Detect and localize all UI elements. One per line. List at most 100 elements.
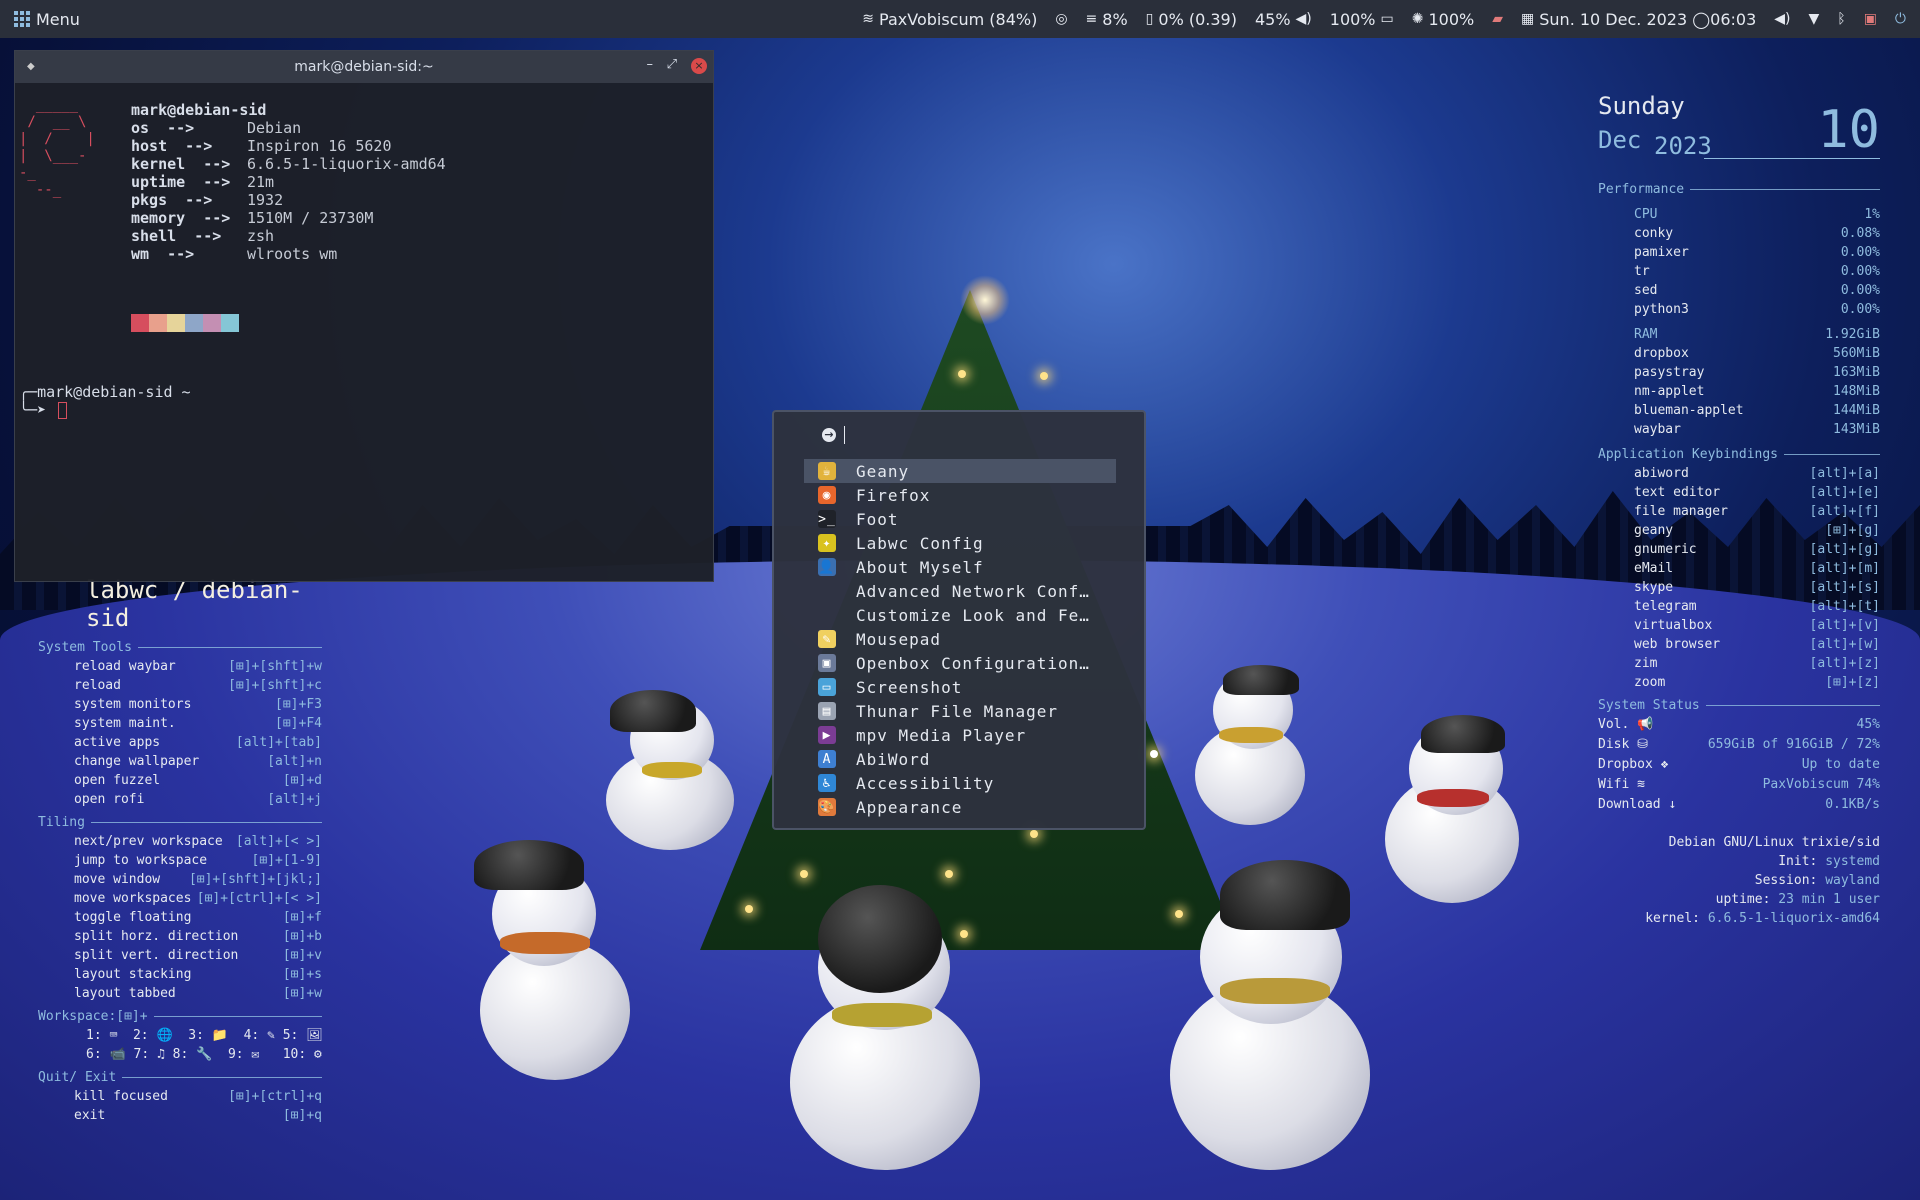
conky-row-name: abiword [1634,466,1689,481]
terminal-content[interactable]: _____ / __ \ | / | | \___- -_ --_ mark@d… [15,83,713,419]
keybinding-label: kill focused [74,1089,168,1104]
launcher-item[interactable]: ♿ Accessibility [804,771,1116,795]
conky-row: waybar 143MiB [1598,420,1880,439]
launcher-item[interactable]: ✦ Labwc Config [804,531,1116,555]
terminal-window[interactable]: ◆ mark@debian-sid:~ – ⤢ × _____ / __ \ |… [14,50,714,582]
conky-row: python3 0.00% [1598,300,1880,319]
launcher-item[interactable]: ▭ Screenshot [804,675,1116,699]
keybinding-row: move workspaces [⊞]+[ctrl]+[< >] [38,889,322,908]
launcher-item[interactable]: ☕ Geany [804,459,1116,483]
power-button[interactable]: ⏻ [1886,11,1920,27]
conky-row: tr 0.00% [1598,262,1880,281]
terminal-icon: >_ [818,510,836,528]
conky-row-name: python3 [1634,302,1689,317]
conky-row-value: 163MiB [1833,365,1880,380]
keybinding-keys: [⊞]+f [282,910,322,925]
conky-row-value: 0.00% [1840,245,1880,260]
fetch-key: host --> [131,137,213,155]
menu-button[interactable]: Menu [0,0,94,38]
launcher-item-label: Appearance [856,797,963,817]
conky-row-value: [alt]+[m] [1809,561,1880,576]
volume-indicator[interactable]: 45% ◀) [1246,10,1321,29]
keybinding-row: reload waybar [⊞]+[shft]+w [38,657,322,676]
keybinding-keys: [⊞]+[ctrl]+q [228,1089,322,1104]
conky-row-value: 0.00% [1840,283,1880,298]
close-icon[interactable]: × [691,58,707,74]
launcher-item[interactable]: Advanced Network Conf… [804,579,1116,603]
conky-row-name: geany [1634,523,1674,538]
conky-row-name: tr [1634,264,1650,279]
keybinding-keys: [⊞]+[shft]+[jkl;] [188,872,322,887]
section-app-keybindings: Application Keybindings [1598,445,1880,464]
tray-volume[interactable]: ◀) [1765,11,1799,27]
idle-inhibitor[interactable]: ◎ [1046,11,1076,27]
conky-row-name: virtualbox [1634,618,1713,633]
keybinding-row: reload [⊞]+[shft]+c [38,676,322,695]
maximize-icon[interactable]: ⤢ [667,57,677,72]
launcher-item-label: Screenshot [856,677,963,697]
launcher-item-label: Geany [856,461,910,481]
keybinding-keys: [⊞]+F3 [275,697,322,712]
minimize-icon[interactable]: – [647,57,654,72]
geany-icon: ☕ [818,462,836,480]
abiword-icon: A [818,750,836,768]
launcher-item[interactable]: ▶ mpv Media Player [804,723,1116,747]
memory-indicator[interactable]: ≡ 8% [1077,10,1137,29]
launcher-item[interactable]: ▣ Openbox Configuration… [804,651,1116,675]
conky-row-value: [alt]+[a] [1809,466,1880,481]
launcher-item[interactable]: 👤 About Myself [804,555,1116,579]
bluetooth-icon: ᛒ [1837,11,1846,27]
keybinding-row: exit [⊞]+q [38,1106,322,1125]
tray-bluetooth[interactable]: ᛒ [1828,11,1854,27]
fetch-row: wm --> wlroots wm [131,245,446,263]
clock[interactable]: ▦ Sun. 10 Dec. 2023 ◯06:03 [1512,10,1765,29]
conky-row-value: [⊞]+[z] [1825,675,1880,690]
conky-row-name: nm-applet [1634,384,1705,399]
dropbox-tray[interactable]: ▰ [1483,11,1512,27]
tray-dropbox[interactable]: ▣ [1855,11,1886,27]
cpu-indicator[interactable]: ▯ 0% (0.39) [1137,10,1246,29]
section-tiling: Tiling [38,813,322,832]
wifi-indicator[interactable]: ≋ PaxVobiscum (84%) [853,10,1046,29]
tree-light [960,930,968,938]
launcher-item-label: About Myself [856,557,984,577]
launcher-item[interactable]: A AbiWord [804,747,1116,771]
launcher-item[interactable]: ✎ Mousepad [804,627,1116,651]
battery-indicator[interactable]: 100% ▭ [1321,10,1403,29]
section-system-tools: System Tools [38,638,322,657]
launcher-item[interactable]: ▤ Thunar File Manager [804,699,1116,723]
keybinding-keys: [⊞]+q [282,1108,322,1123]
conky-row-name: sed [1634,283,1658,298]
conky-row-name: zoom [1634,675,1666,690]
cpu-label: 0% (0.39) [1158,9,1237,29]
launcher-item-label: Mousepad [856,629,942,649]
keybinding-label: active apps [74,735,161,750]
ram-total: RAM 1.92GiB [1634,327,1880,342]
launcher-item[interactable]: ◉ Firefox [804,483,1116,507]
fetch-key: pkgs --> [131,191,213,209]
brightness-indicator[interactable]: ✺ 100% [1403,10,1483,29]
battery-label: 100% [1329,9,1376,29]
conky-row-name: waybar [1634,422,1681,437]
prompt-arrow-icon: → [822,428,836,442]
conky-row: zoom [⊞]+[z] [1598,673,1880,692]
launcher-item[interactable]: Customize Look and Fe… [804,603,1116,627]
keybinding-label: exit [74,1108,106,1123]
keybinding-keys: [⊞]+[shft]+c [228,678,322,693]
conky-row: Disk ⛁ 659GiB of 916GiB / 72% [1598,735,1880,755]
keybinding-keys: [⊞]+w [282,986,322,1001]
app-launcher[interactable]: → ☕ Geany ◉ Firefox >_ Foot ✦ Labwc Config 👤 Abou… [772,410,1146,830]
fetch-user: mark@debian-sid [131,101,267,119]
conky-row-value: [alt]+[t] [1809,599,1880,614]
launcher-prompt: → [822,426,845,444]
conky-row-name: Vol. 📢 [1598,717,1654,732]
conky-row-name: web browser [1634,637,1721,652]
eye-icon: ◎ [1055,11,1068,27]
keybindings-cheatsheet: labwc / debian-sid System Tools reload w… [38,576,323,1125]
terminal-titlebar[interactable]: ◆ mark@debian-sid:~ – ⤢ × [15,51,713,83]
launcher-search-input[interactable] [846,424,1126,446]
launcher-item[interactable]: 🎨 Appearance [804,795,1116,819]
conky-row-name: skype [1634,580,1674,595]
tray-network[interactable]: ▼ [1800,11,1829,27]
launcher-item[interactable]: >_ Foot [804,507,1116,531]
